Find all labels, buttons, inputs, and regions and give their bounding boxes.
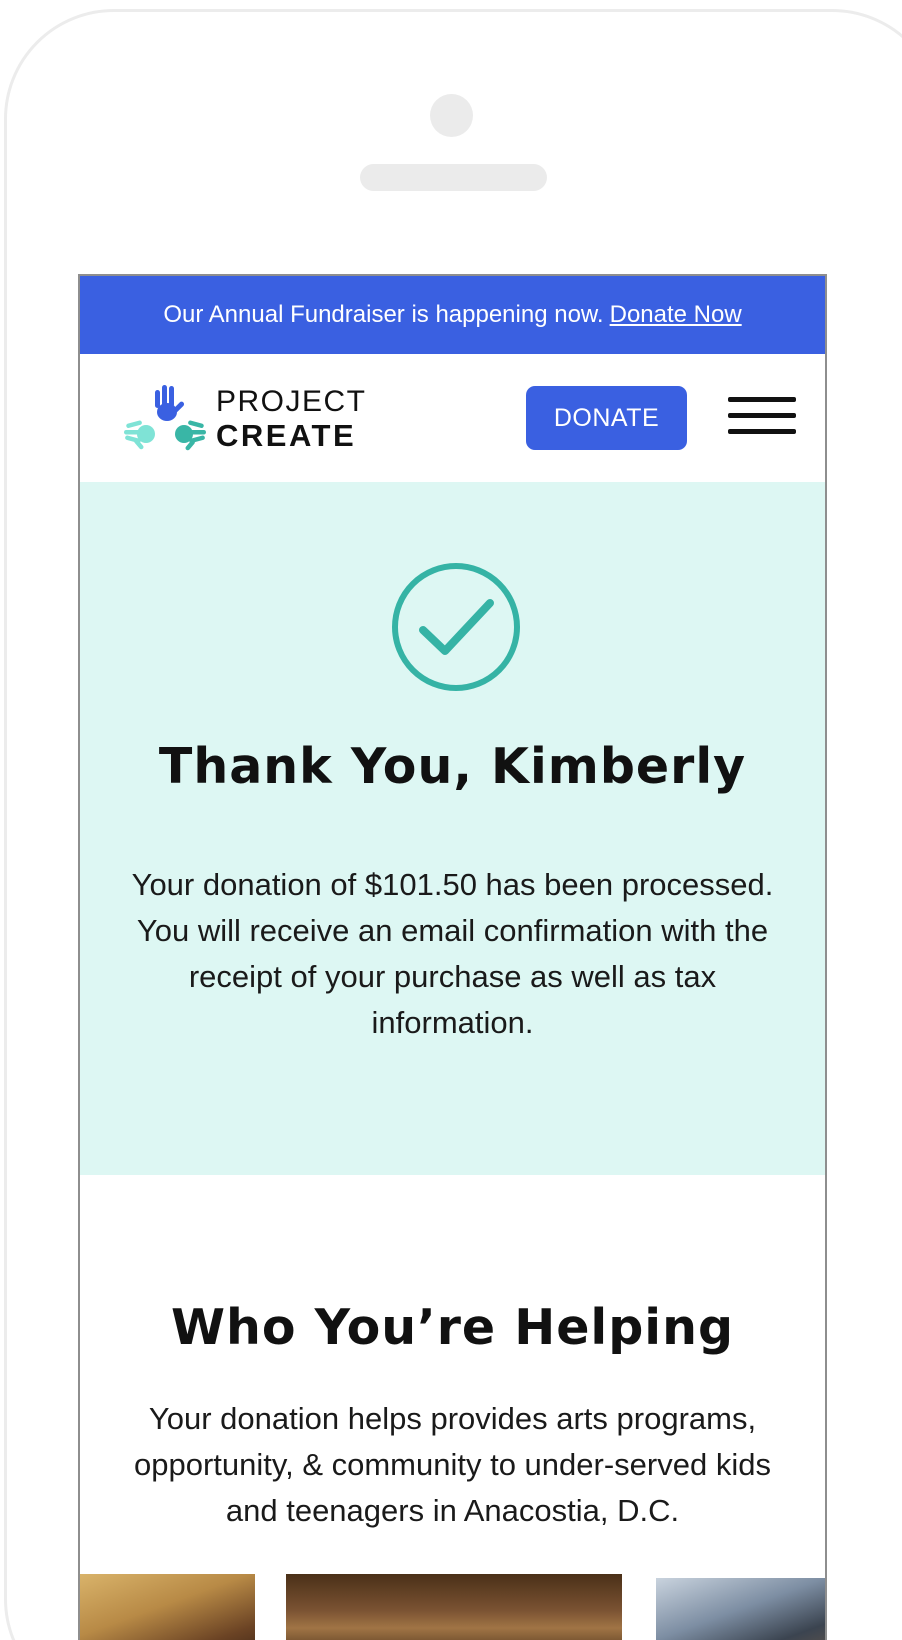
- donate-button[interactable]: DONATE: [526, 386, 687, 450]
- confirmation-title: Thank You, Kimberly: [158, 738, 747, 795]
- logo-line-project: PROJECT: [216, 385, 367, 418]
- announcement-bar: Our Annual Fundraiser is happening now. …: [80, 276, 825, 354]
- confirmation-message: Your donation of $101.50 has been proces…: [131, 867, 774, 1040]
- hands-logo-icon: [124, 385, 206, 451]
- child-photo[interactable]: [80, 1574, 255, 1640]
- helping-title: Who You’re Helping: [170, 1299, 735, 1356]
- photo-carousel: [80, 1574, 825, 1640]
- menu-bar: [728, 429, 796, 434]
- donate-now-link[interactable]: Donate Now: [610, 301, 742, 329]
- site-logo[interactable]: PROJECT CREATE: [124, 382, 367, 456]
- phone-speaker: [360, 164, 547, 191]
- confirmation-section: Thank You, Kimberly Your donation of $10…: [80, 482, 825, 1175]
- child-photo[interactable]: [656, 1578, 825, 1640]
- site-header: PROJECT CREATE DONATE: [80, 354, 825, 482]
- phone-camera: [430, 94, 473, 137]
- logo-line-create: CREATE: [216, 418, 357, 453]
- helping-description: Your donation helps provides arts progra…: [134, 1401, 771, 1528]
- logo-wordmark: PROJECT CREATE: [216, 385, 367, 453]
- announcement-text: Our Annual Fundraiser is happening now.: [163, 301, 604, 328]
- check-circle-icon: [392, 563, 520, 691]
- child-photo[interactable]: [286, 1574, 622, 1640]
- who-youre-helping-section: Who You’re Helping Your donation helps p…: [80, 1175, 825, 1640]
- hamburger-menu-icon[interactable]: [728, 397, 796, 435]
- menu-bar: [728, 397, 796, 402]
- menu-bar: [728, 413, 796, 418]
- phone-screen: Our Annual Fundraiser is happening now. …: [78, 274, 827, 1640]
